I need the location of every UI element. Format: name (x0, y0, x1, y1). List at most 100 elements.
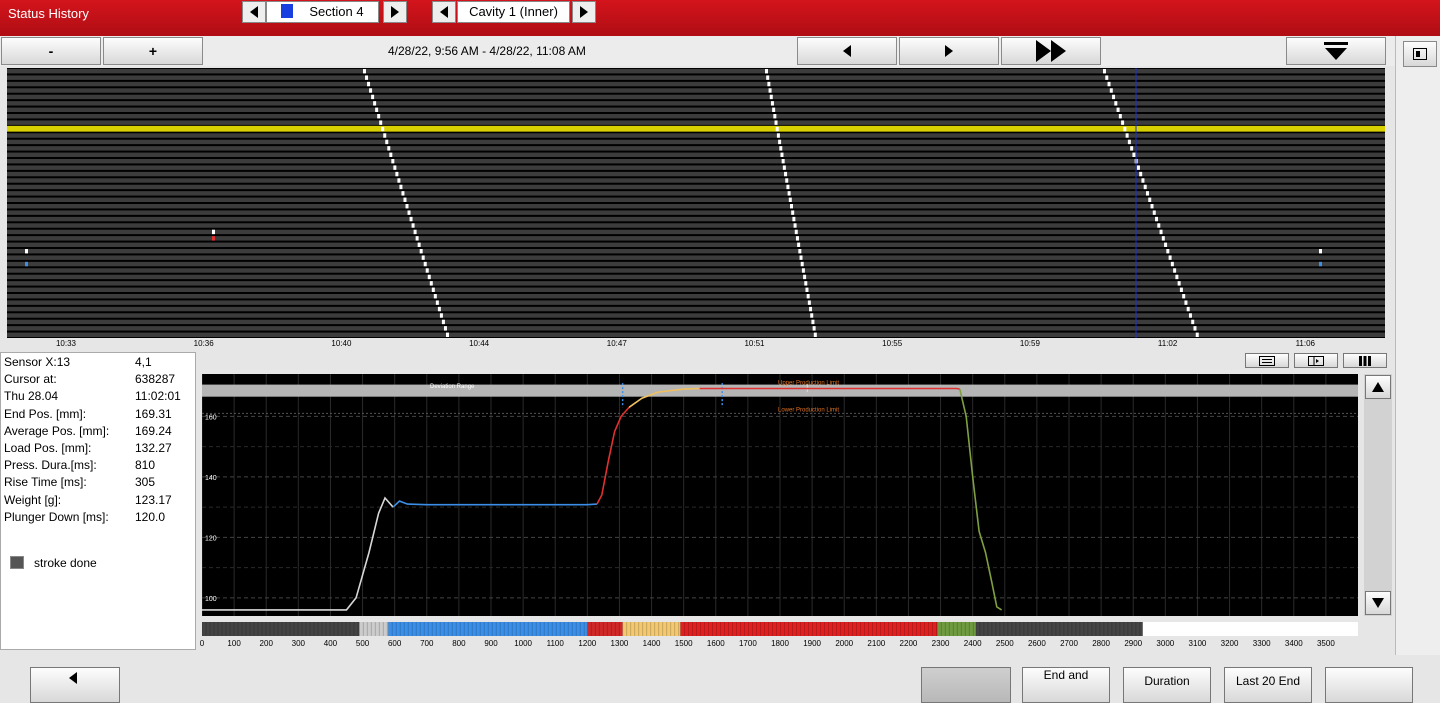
more-button[interactable] (1325, 667, 1413, 703)
stroke-marker (1182, 294, 1186, 299)
section-selector[interactable]: Section 4 (266, 1, 379, 23)
x-tick-label: 2600 (1027, 639, 1046, 648)
stroke-marker (770, 101, 774, 106)
status-timeline[interactable] (7, 68, 1385, 338)
panel-toggle-icon (1413, 48, 1427, 60)
scroll-up-button[interactable] (1365, 375, 1391, 399)
timeline-row (7, 120, 1385, 125)
duration-button[interactable]: Duration (1123, 667, 1211, 703)
timeline-time-label: 10:33 (55, 339, 77, 348)
stroke-marker (1118, 114, 1122, 119)
stroke-marker (375, 107, 379, 112)
timeline-row (7, 81, 1385, 87)
x-tick-label: 100 (227, 639, 241, 648)
info-label: Thu 28.04 (4, 389, 59, 404)
x-tick-label: 2700 (1060, 639, 1078, 648)
timeline-row (7, 313, 1385, 318)
stroke-marker (809, 306, 813, 312)
filter-dropdown-button[interactable] (1286, 37, 1386, 65)
stroke-marker (766, 75, 770, 80)
timeline-row (7, 133, 1385, 138)
view-bars-button[interactable] (1343, 353, 1387, 368)
x-tick-label: 500 (355, 639, 370, 648)
x-tick-label: 3200 (1220, 639, 1239, 648)
stroke-marker (1143, 184, 1147, 190)
x-tick-label: 700 (420, 639, 434, 648)
stroke-marker (423, 261, 427, 267)
stroke-marker (1184, 300, 1188, 305)
scroll-forward-button[interactable] (899, 37, 999, 65)
view-list-button[interactable] (1245, 353, 1289, 368)
stroke-marker (1191, 319, 1195, 325)
chart-x-axis: 0 100 200 300 400 500 600 700 800 900 1000 1100 1200… (200, 638, 1358, 650)
mode-button-active[interactable] (921, 667, 1011, 703)
stroke-marker (409, 216, 413, 222)
cavity-prev-button[interactable] (432, 1, 456, 23)
back-button[interactable] (30, 667, 120, 703)
info-value: 810 (135, 458, 156, 473)
section-next-button[interactable] (383, 1, 407, 23)
info-value: 169.24 (135, 423, 172, 438)
x-tick-label: 1900 (803, 639, 822, 648)
timeline-row (7, 197, 1385, 202)
timeline-row (7, 107, 1385, 112)
event-marker (1319, 261, 1322, 267)
stroke-marker (799, 255, 803, 260)
timeline-time-label: 10:47 (606, 339, 627, 348)
timeline-time-label: 11:06 (1295, 339, 1316, 348)
stroke-marker (811, 319, 815, 325)
x-tick-label: 1800 (771, 639, 789, 648)
stroke-marker (767, 81, 771, 87)
section-prev-button[interactable] (242, 1, 266, 23)
fast-forward-button[interactable] (1001, 37, 1101, 65)
view-detail-button[interactable] (1294, 353, 1338, 368)
cavity-next-button[interactable] (572, 1, 596, 23)
info-value: 11:02:01 (135, 389, 181, 404)
zoom-in-button[interactable]: + (103, 37, 203, 65)
stroke-marker (437, 306, 441, 312)
position-chart[interactable]: 100 120 140 160 Deviation Range Upper Product… (202, 374, 1358, 616)
stroke-marker (765, 69, 768, 74)
x-tick-label: 1400 (642, 639, 661, 648)
detail-view-icon (1308, 355, 1324, 366)
zoom-out-button[interactable]: - (1, 37, 101, 65)
stroke-marker (433, 294, 437, 299)
x-tick-label: 2100 (867, 639, 886, 648)
phase-strip-segment (622, 622, 681, 636)
stroke-marker (391, 159, 395, 164)
cavity-selector[interactable]: Cavity 1 (Inner) (457, 1, 570, 23)
stroke-marker (373, 101, 377, 106)
triangle-up-icon (1372, 382, 1384, 392)
timeline-time-label: 10:44 (469, 339, 490, 348)
triangle-right-icon (391, 6, 399, 18)
scroll-down-button[interactable] (1365, 591, 1391, 615)
last-20-end-button[interactable]: Last 20 End (1224, 667, 1312, 703)
deviation-range-band (202, 384, 1358, 397)
chart-scrollbar[interactable] (1364, 374, 1392, 616)
scroll-back-button[interactable] (797, 37, 897, 65)
position-curve-segment (596, 406, 630, 505)
x-tick-label: 1600 (706, 639, 725, 648)
stroke-marker (367, 81, 371, 87)
info-label: Press. Dura.[ms]: (4, 458, 97, 473)
stroke-marker (1188, 313, 1192, 318)
phase-strip-segment (975, 622, 1143, 636)
stroke-marker (775, 126, 779, 132)
info-value: 4,1 (135, 355, 152, 369)
stroke-marker (800, 261, 804, 267)
panel-toggle-button[interactable] (1403, 41, 1437, 67)
info-value: 169.31 (135, 406, 172, 421)
end-and-button[interactable]: End and (1022, 667, 1110, 703)
stroke-marker (768, 88, 772, 93)
timeline-highlight-row (7, 125, 1385, 132)
x-tick-label: 3000 (1156, 639, 1175, 648)
stroke-marker (415, 236, 419, 241)
stroke-marker (788, 197, 792, 202)
stroke-marker (769, 94, 773, 100)
stroke-marker (1130, 146, 1134, 151)
timeline-row (7, 88, 1385, 93)
stroke-marker (793, 223, 797, 228)
event-marker (212, 229, 215, 235)
stroke-marker (443, 326, 447, 331)
timeline-time-label: 10:55 (882, 339, 903, 348)
